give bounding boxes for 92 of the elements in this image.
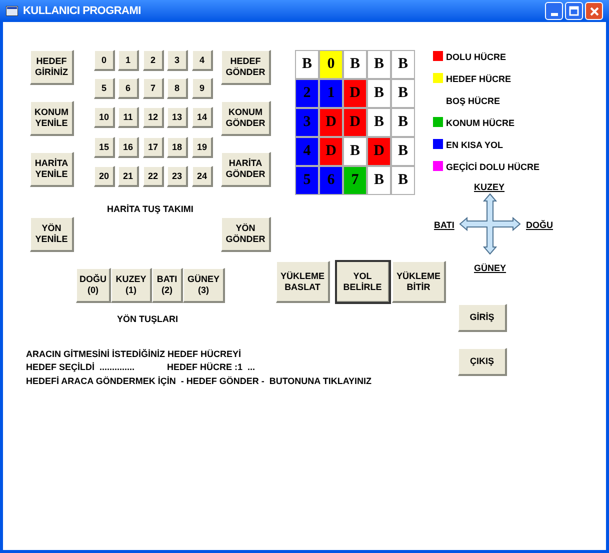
compass-label: GÜNEY bbox=[474, 262, 506, 275]
map-cell: D bbox=[343, 79, 367, 108]
keypad-key[interactable]: 4 bbox=[192, 50, 213, 71]
keypad-key[interactable]: 22 bbox=[143, 166, 164, 187]
command-button[interactable]: KONUM GÖNDER bbox=[221, 101, 271, 136]
keypad-key[interactable]: 11 bbox=[118, 107, 139, 128]
map-cell: B bbox=[367, 108, 391, 137]
legend-label: KONUM HÜCRE bbox=[446, 117, 514, 130]
close-button[interactable] bbox=[585, 2, 603, 20]
keypad-key[interactable]: 2 bbox=[143, 50, 164, 71]
command-button[interactable]: YÖN YENİLE bbox=[30, 217, 74, 252]
legend-label: DOLU HÜCRE bbox=[446, 51, 506, 64]
keypad-key[interactable]: 17 bbox=[143, 137, 164, 158]
command-button[interactable]: YOL BELİRLE bbox=[336, 261, 390, 303]
keypad-key[interactable]: 6 bbox=[118, 78, 139, 99]
map-cell: B bbox=[391, 79, 415, 108]
keypad-key[interactable]: 16 bbox=[118, 137, 139, 158]
app-icon bbox=[6, 6, 18, 16]
command-button[interactable]: KONUM YENİLE bbox=[30, 101, 74, 136]
keypad-key[interactable]: 15 bbox=[94, 137, 115, 158]
keypad-key[interactable]: 14 bbox=[192, 107, 213, 128]
command-button[interactable]: HEDEF GÖNDER bbox=[221, 50, 271, 85]
direction-button[interactable]: KUZEY (1) bbox=[111, 268, 152, 303]
keypad-key[interactable]: 1 bbox=[118, 50, 139, 71]
keypad-key[interactable]: 21 bbox=[118, 166, 139, 187]
compass-label: KUZEY bbox=[474, 181, 505, 194]
map-cell: B bbox=[391, 137, 415, 166]
close-icon bbox=[590, 6, 598, 16]
map-cell: 4 bbox=[295, 137, 319, 166]
keypad-key[interactable]: 18 bbox=[167, 137, 188, 158]
map-cell: B bbox=[391, 166, 415, 195]
message-text: ARACIN GİTMESİNİ İSTEDİĞİNİZ HEDEF HÜCREYİ bbox=[26, 348, 242, 361]
map-cell: 5 bbox=[295, 166, 319, 195]
legend-label: BOŞ HÜCRE bbox=[446, 95, 500, 108]
compass-arrows-icon bbox=[459, 193, 521, 255]
compass-label: BATI bbox=[434, 219, 454, 232]
map-cell: B bbox=[295, 50, 319, 79]
keypad-key[interactable]: 3 bbox=[167, 50, 188, 71]
legend-label: HEDEF HÜCRE bbox=[446, 73, 512, 86]
command-button[interactable]: HARİTA YENİLE bbox=[30, 152, 74, 187]
map-cell: D bbox=[367, 137, 391, 166]
minimize-button[interactable] bbox=[545, 2, 563, 20]
keypad-key[interactable]: 20 bbox=[94, 166, 115, 187]
legend-label: EN KISA YOL bbox=[446, 139, 504, 152]
command-button[interactable]: GİRİŞ bbox=[458, 304, 507, 332]
map-cell: B bbox=[343, 137, 367, 166]
command-button[interactable]: YÜKLEME BİTİR bbox=[392, 261, 446, 303]
keypad-key[interactable]: 12 bbox=[143, 107, 164, 128]
direction-button[interactable]: GÜNEY (3) bbox=[183, 268, 225, 303]
map-cell: B bbox=[367, 166, 391, 195]
minimize-icon bbox=[550, 13, 558, 16]
keypad-key[interactable]: 8 bbox=[167, 78, 188, 99]
keypad-key[interactable]: 13 bbox=[167, 107, 188, 128]
message-text: HEDEF HÜCRE :1 ... bbox=[167, 361, 256, 374]
map-cell: D bbox=[343, 108, 367, 137]
map-cell: 0 bbox=[319, 50, 343, 79]
map-cell: B bbox=[343, 50, 367, 79]
maximize-button[interactable] bbox=[565, 2, 583, 20]
map-cell: 1 bbox=[319, 79, 343, 108]
compass-label: DOĞU bbox=[526, 219, 553, 232]
keypad-key[interactable]: 23 bbox=[167, 166, 188, 187]
legend-label: GEÇİCİ DOLU HÜCRE bbox=[446, 161, 540, 174]
map-cell: D bbox=[319, 137, 343, 166]
command-button[interactable]: YÜKLEME BASLAT bbox=[276, 261, 330, 303]
command-button[interactable]: YÖN GÖNDER bbox=[221, 217, 271, 252]
window-title: KULLANICI PROGRAMI bbox=[23, 4, 141, 19]
direction-button[interactable]: DOĞU (0) bbox=[76, 268, 111, 303]
keypad-key[interactable]: 7 bbox=[143, 78, 164, 99]
message-text: HEDEF SEÇİLDİ .............. bbox=[26, 361, 135, 374]
keypad-key[interactable]: 9 bbox=[192, 78, 213, 99]
map-cell: 6 bbox=[319, 166, 343, 195]
command-button[interactable]: HEDEF GİRİNİZ bbox=[30, 50, 74, 85]
map-cell: B bbox=[367, 79, 391, 108]
message-text: HEDEFİ ARACA GÖNDERMEK İÇİN - HEDEF GÖNDER - BUTONUNA TIKLAYINIZ bbox=[26, 375, 372, 388]
keypad-key[interactable]: 10 bbox=[94, 107, 115, 128]
command-button[interactable]: ÇIKIŞ bbox=[458, 348, 507, 376]
keypad-key[interactable]: 19 bbox=[192, 137, 213, 158]
keypad-key[interactable]: 0 bbox=[94, 50, 115, 71]
map-cell: 7 bbox=[343, 166, 367, 195]
map-cell: 3 bbox=[295, 108, 319, 137]
map-cell: B bbox=[391, 108, 415, 137]
map-cell: B bbox=[391, 50, 415, 79]
map-cell: B bbox=[367, 50, 391, 79]
maximize-icon bbox=[569, 6, 579, 16]
keypad-label: HARİTA TUŞ TAKIMI bbox=[107, 203, 194, 216]
keypad-key[interactable]: 24 bbox=[192, 166, 213, 187]
command-button[interactable]: HARİTA GÖNDER bbox=[221, 152, 271, 187]
keypad-key[interactable]: 5 bbox=[94, 78, 115, 99]
direction-button[interactable]: BATI (2) bbox=[152, 268, 183, 303]
direction-keys-label: YÖN TUŞLARI bbox=[117, 313, 178, 326]
map-cell: D bbox=[319, 108, 343, 137]
map-cell: 2 bbox=[295, 79, 319, 108]
